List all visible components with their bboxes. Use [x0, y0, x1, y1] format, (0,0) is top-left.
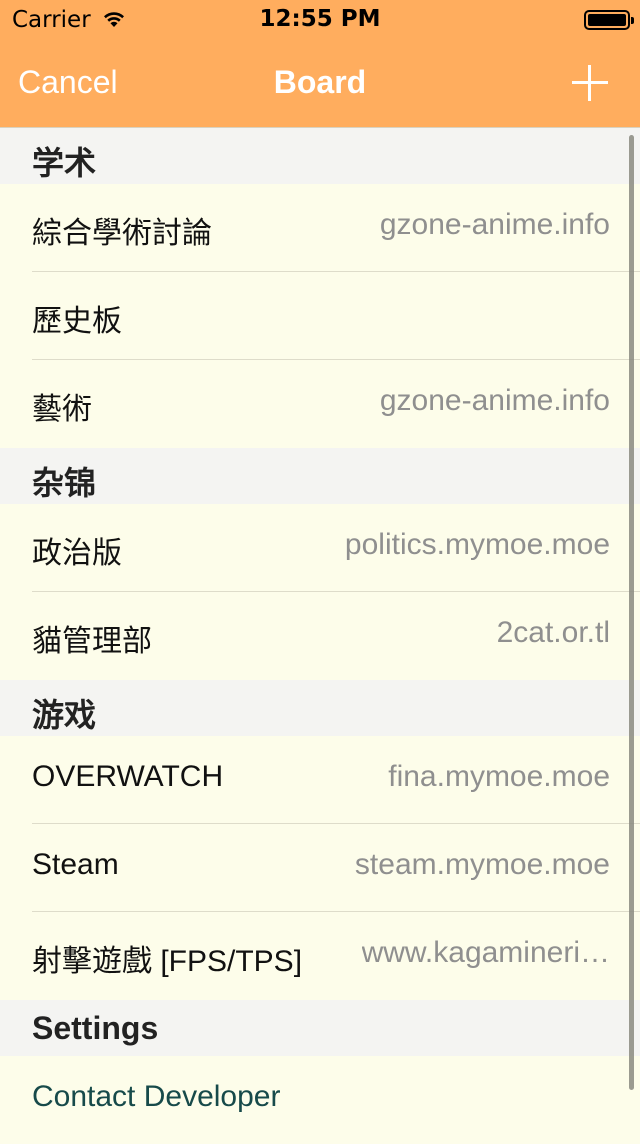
contact-developer-button[interactable]: Contact Developer	[0, 1056, 640, 1144]
row-label: Contact Developer	[32, 1080, 281, 1113]
section-header-academic: 学术	[0, 128, 640, 184]
row-label: 藝術	[32, 393, 92, 426]
row-label: 貓管理部	[32, 625, 152, 658]
section-header-label: 游戏	[32, 697, 97, 733]
section-header-label: Settings	[32, 1010, 159, 1046]
list-item[interactable]: 貓管理部 2cat.or.tl	[0, 592, 640, 680]
row-detail: gzone-anime.info	[379, 208, 610, 241]
row-detail: 2cat.or.tl	[496, 616, 610, 649]
battery-icon	[584, 10, 634, 30]
row-label: 射擊遊戲 [FPS/TPS]	[32, 945, 303, 978]
row-detail: steam.mymoe.moe	[354, 848, 610, 881]
row-detail: gzone-anime.info	[379, 384, 610, 417]
plus-icon[interactable]	[570, 63, 610, 103]
section-header-misc: 杂锦	[0, 448, 640, 504]
section-header-settings: Settings	[0, 1000, 640, 1056]
row-label: 歷史板	[32, 305, 122, 338]
list-item[interactable]: 政治版 politics.mymoe.moe	[0, 504, 640, 592]
scrollbar[interactable]	[629, 135, 634, 1090]
row-detail: www.kagamineri…	[361, 936, 610, 969]
list-item[interactable]: 射擊遊戲 [FPS/TPS] www.kagamineri…	[0, 912, 640, 1000]
list-item[interactable]: Steam steam.mymoe.moe	[0, 824, 640, 912]
list-item[interactable]: 綜合學術討論 gzone-anime.info	[0, 184, 640, 272]
list-item[interactable]: 藝術 gzone-anime.info	[0, 360, 640, 448]
section-header-label: 杂锦	[32, 465, 97, 501]
list-item[interactable]: 歷史板	[0, 272, 640, 360]
navigation-bar: Carrier 12:55 PM Cancel Board	[0, 0, 640, 128]
row-detail: politics.mymoe.moe	[344, 528, 610, 561]
section-header-games: 游戏	[0, 680, 640, 736]
row-label: OVERWATCH	[32, 760, 224, 793]
row-label: 綜合學術討論	[32, 217, 212, 250]
section-header-label: 学术	[32, 145, 97, 181]
row-label: 政治版	[32, 537, 122, 570]
status-bar: Carrier 12:55 PM	[0, 0, 640, 40]
row-detail: fina.mymoe.moe	[388, 760, 610, 793]
row-label: Steam	[32, 848, 119, 881]
clock: 12:55 PM	[259, 6, 381, 32]
board-list: 学术 綜合學術討論 gzone-anime.info 歷史板 藝術 gzone-…	[0, 128, 640, 1144]
list-item[interactable]: OVERWATCH fina.mymoe.moe	[0, 736, 640, 824]
page-title: Board	[273, 64, 367, 100]
